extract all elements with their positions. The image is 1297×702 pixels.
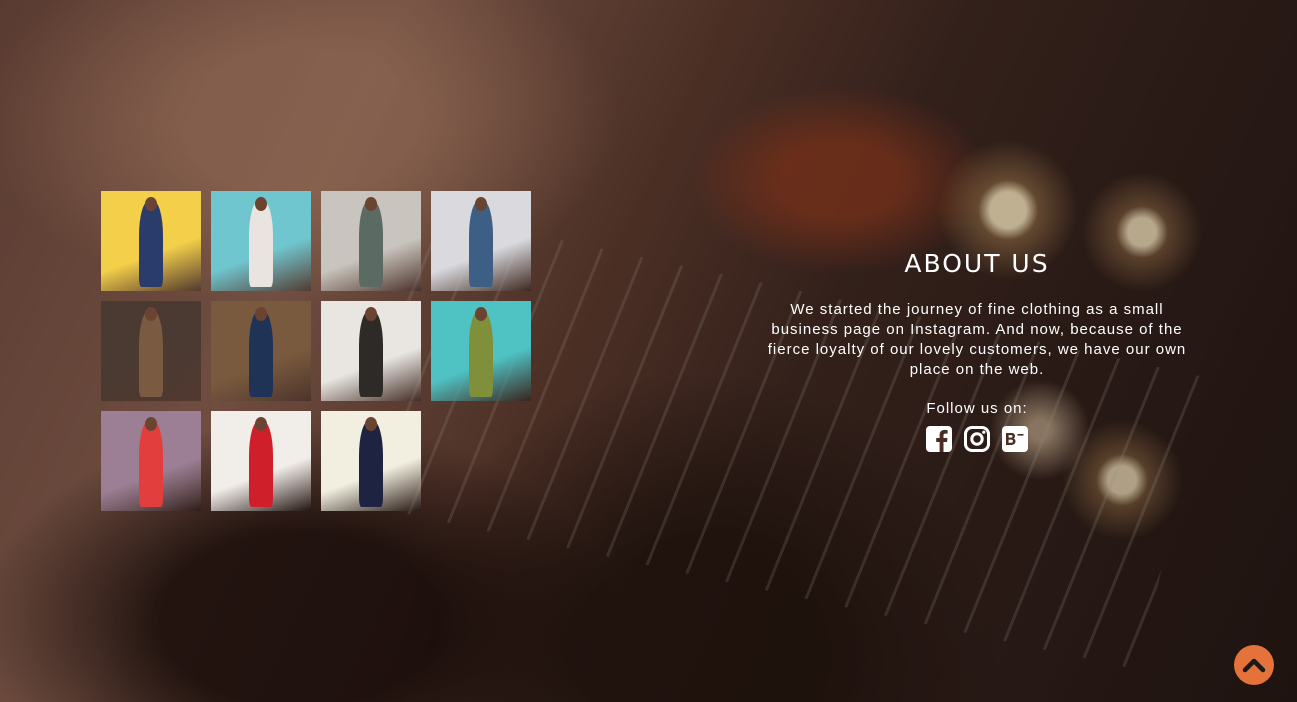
model-figure <box>249 311 273 397</box>
gallery-photo[interactable] <box>211 301 311 401</box>
model-figure <box>249 201 273 287</box>
about-title: ABOUT US <box>904 249 1050 278</box>
gallery-photo[interactable] <box>101 411 201 511</box>
chevron-up-icon <box>1242 658 1266 673</box>
scroll-to-top-button[interactable] <box>1234 645 1274 685</box>
model-head <box>475 197 487 211</box>
model-figure <box>139 201 163 287</box>
model-figure <box>469 311 493 397</box>
model-head <box>145 417 157 431</box>
social-links <box>757 425 1197 453</box>
model-head <box>255 307 267 321</box>
model-figure <box>359 421 383 507</box>
model-head <box>145 197 157 211</box>
model-figure <box>249 421 273 507</box>
instagram-gallery <box>101 191 531 511</box>
model-figure <box>139 421 163 507</box>
model-head <box>475 307 487 321</box>
model-head <box>365 417 377 431</box>
instagram-icon[interactable] <box>963 425 991 453</box>
model-figure <box>359 311 383 397</box>
behance-icon[interactable] <box>1001 425 1029 453</box>
gallery-photo[interactable] <box>211 191 311 291</box>
model-figure <box>139 311 163 397</box>
model-head <box>365 197 377 211</box>
model-head <box>145 307 157 321</box>
about-description: We started the journey of fine clothing … <box>767 301 1187 378</box>
gallery-photo[interactable] <box>431 191 531 291</box>
model-figure <box>359 201 383 287</box>
gallery-photo[interactable] <box>101 191 201 291</box>
model-head <box>255 197 267 211</box>
gallery-photo[interactable] <box>211 411 311 511</box>
about-section: ABOUT US We started the journey of fine … <box>757 248 1197 453</box>
gallery-photo[interactable] <box>431 301 531 401</box>
model-head <box>365 307 377 321</box>
facebook-icon[interactable] <box>925 425 953 453</box>
gallery-photo[interactable] <box>101 301 201 401</box>
gallery-photo[interactable] <box>321 301 421 401</box>
gallery-photo[interactable] <box>321 411 421 511</box>
model-head <box>255 417 267 431</box>
model-figure <box>469 201 493 287</box>
follow-label: Follow us on: <box>926 400 1028 417</box>
gallery-photo[interactable] <box>321 191 421 291</box>
